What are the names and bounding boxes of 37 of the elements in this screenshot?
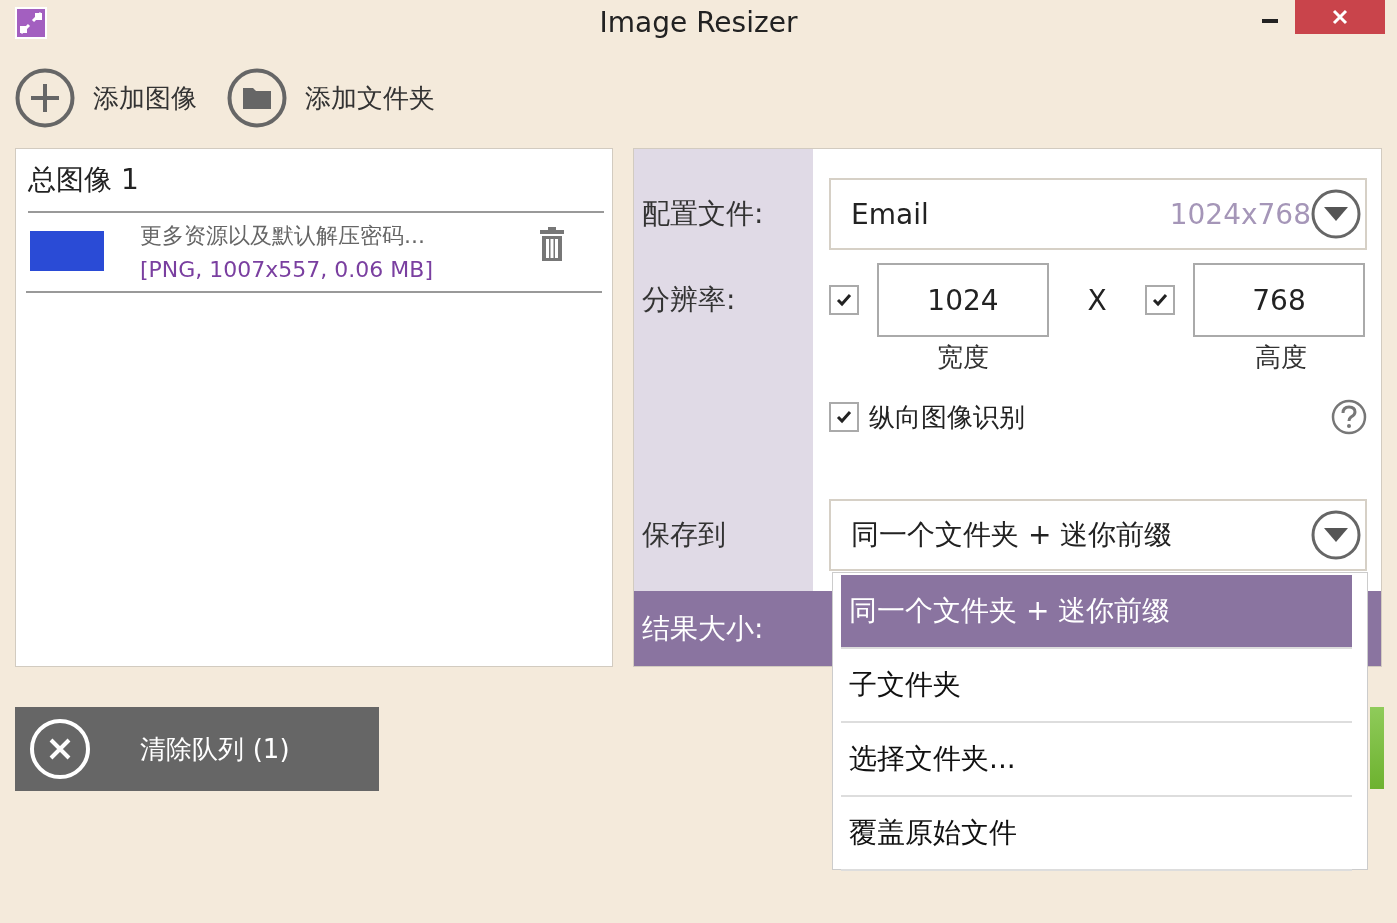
- checkmark-icon: [1152, 293, 1168, 307]
- close-circle-icon: [29, 718, 91, 780]
- delete-button[interactable]: [540, 227, 564, 261]
- folder-icon: [227, 68, 287, 128]
- height-checkbox[interactable]: [1145, 285, 1175, 315]
- add-folder-button[interactable]: 添加文件夹: [227, 68, 435, 128]
- trash-icon: [540, 227, 564, 261]
- close-icon: [1332, 9, 1348, 25]
- close-button[interactable]: [1295, 0, 1385, 34]
- portrait-label: 纵向图像识别: [869, 400, 1026, 434]
- save-to-dropdown[interactable]: 同一个文件夹 + 迷你前缀: [829, 499, 1367, 571]
- plus-circle-icon: [15, 68, 75, 128]
- help-icon[interactable]: [1331, 399, 1367, 435]
- height-caption: 高度: [1254, 340, 1308, 374]
- resolution-label: 分辨率:: [642, 282, 736, 318]
- save-to-label: 保存到: [642, 517, 726, 553]
- profile-label: 配置文件:: [642, 196, 764, 232]
- file-name: 更多资源以及默认解压密码...: [140, 222, 426, 250]
- checkmark-icon: [836, 293, 852, 307]
- window-title: Image Resizer: [599, 6, 798, 39]
- image-count: 总图像 1: [28, 161, 604, 213]
- dropdown-caret-icon: [1311, 189, 1361, 239]
- times-separator: X: [1086, 283, 1108, 317]
- profile-dropdown[interactable]: Email 1024x768: [829, 178, 1367, 250]
- checkmark-icon: [836, 410, 852, 424]
- add-image-button[interactable]: 添加图像: [15, 68, 197, 128]
- width-field[interactable]: 1024: [877, 263, 1049, 337]
- width-caption: 宽度: [936, 340, 990, 374]
- file-info: [PNG, 1007x557, 0.06 MB]: [140, 257, 434, 282]
- width-checkbox[interactable]: [829, 285, 859, 315]
- height-field[interactable]: 768: [1193, 263, 1365, 337]
- dropdown-caret-icon: [1311, 510, 1361, 560]
- clear-queue-button[interactable]: 清除队列 (1): [15, 707, 379, 791]
- result-size-label: 结果大小:: [642, 610, 764, 647]
- portrait-checkbox[interactable]: [829, 402, 859, 432]
- app-icon: [15, 7, 47, 39]
- dropdown-option[interactable]: 同一个文件夹 + 迷你前缀: [841, 575, 1352, 649]
